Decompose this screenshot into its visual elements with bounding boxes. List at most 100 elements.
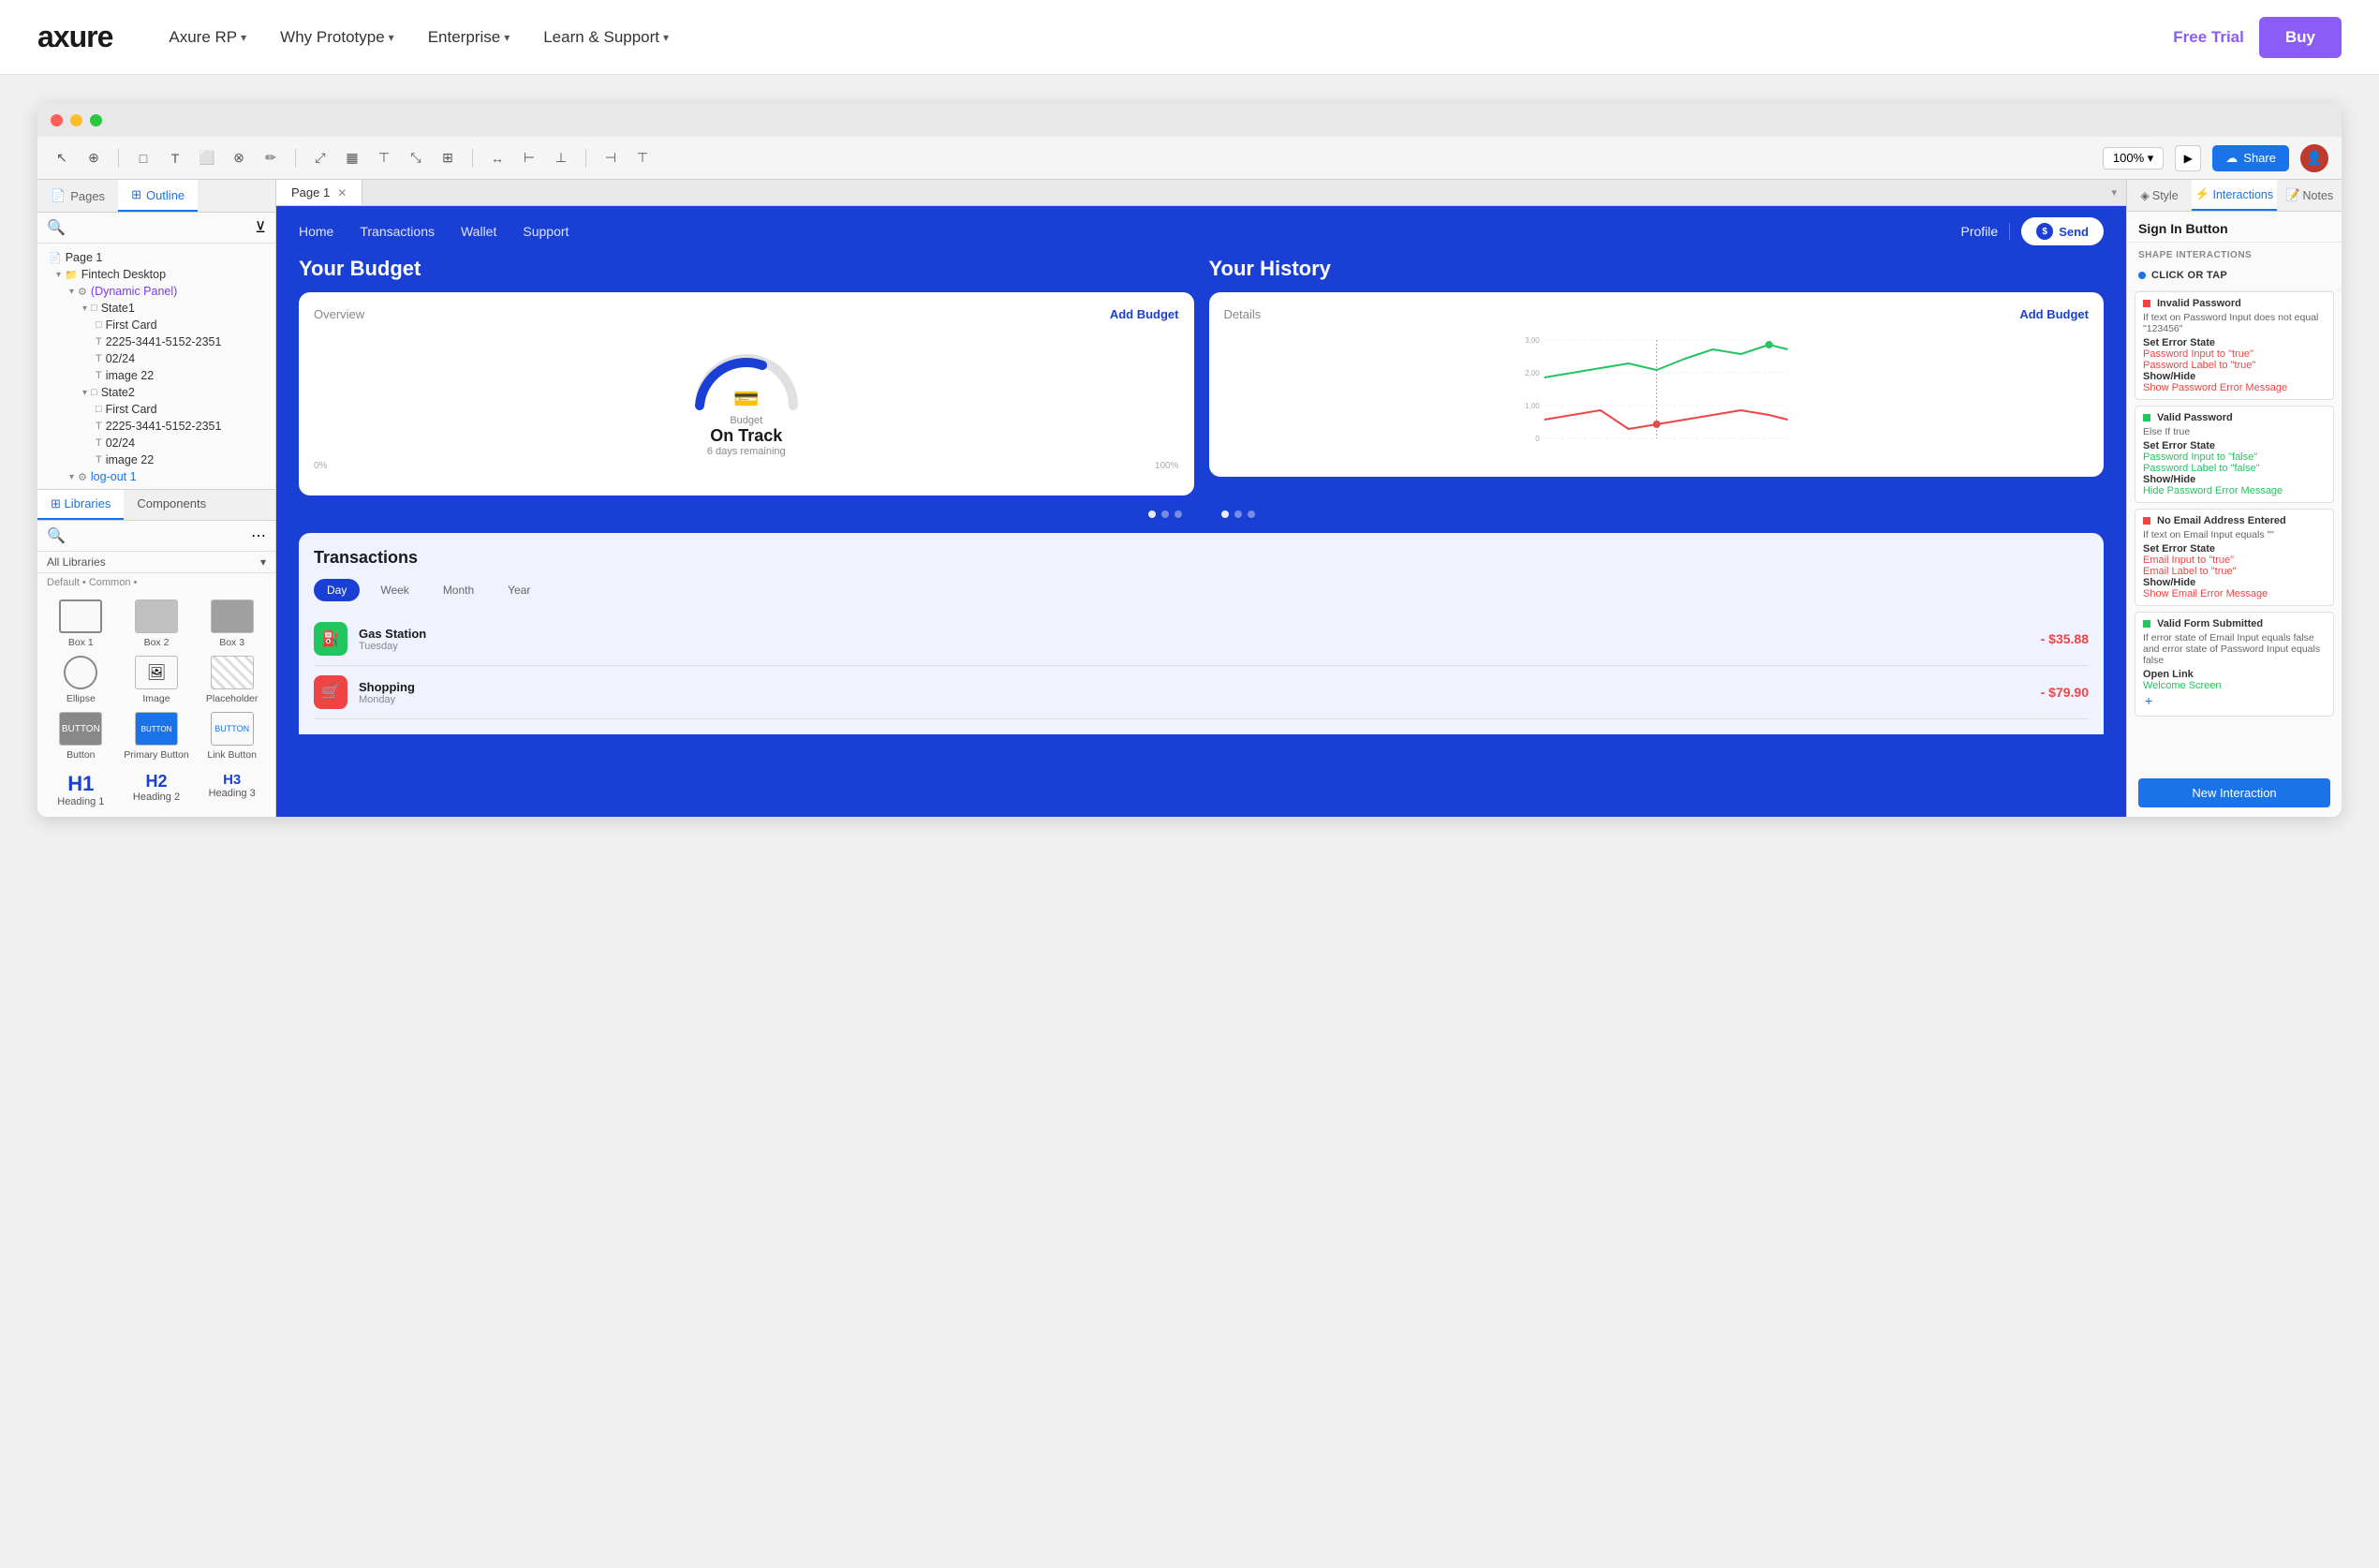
libraries-tab[interactable]: ⊞ Libraries [37,490,124,520]
no-email-title: No Email Address Entered [2157,515,2286,526]
tree-page1[interactable]: 📄 Page 1 [37,249,275,266]
add-budget-btn-2[interactable]: Add Budget [2019,307,2089,321]
proto-nav-wallet[interactable]: Wallet [461,224,496,239]
carousel-dot-1[interactable] [1148,510,1156,518]
components-tab[interactable]: Components [124,490,219,520]
shape-tool[interactable]: ⬜ [196,147,218,170]
lib-search-input[interactable] [71,529,245,542]
component-grid: Box 1 Box 2 Box 3 Ellipse [37,592,275,768]
tree-image-1[interactable]: T image 22 [37,367,275,384]
page-tab-page1[interactable]: Page 1 ✕ [276,180,362,205]
maximize-dot[interactable] [90,114,102,126]
proto-nav-transactions[interactable]: Transactions [360,224,435,239]
buy-button[interactable]: Buy [2259,17,2342,58]
nav-learn-support[interactable]: Learn & Support ▾ [543,28,669,47]
component-box3[interactable]: Box 3 [198,599,266,648]
play-button[interactable]: ▶ [2175,145,2201,171]
tree-first-card-1[interactable]: □ First Card [37,317,275,333]
add-budget-btn-1[interactable]: Add Budget [1110,307,1179,321]
trans-tab-week[interactable]: Week [367,579,421,601]
filter-icon[interactable]: ⊻ [255,218,266,237]
align-tool[interactable]: ⊤ [373,147,395,170]
libraries-tabs: ⊞ Libraries Components [37,490,275,521]
share-button[interactable]: ☁ Share [2212,145,2289,171]
expand-tool[interactable]: ⤡ [405,147,427,170]
align-left[interactable]: ⊢ [518,147,540,170]
component-image[interactable]: 🖼 Image [123,656,191,704]
heading3-item[interactable]: H3 Heading 3 [198,772,266,807]
zoom-control[interactable]: 100% ▾ [2103,147,2164,170]
tree-first-card-2[interactable]: □ First Card [37,401,275,418]
align-h[interactable]: ⊤ [631,147,654,170]
interactions-tab[interactable]: ⚡ Interactions [2192,180,2277,211]
minimize-dot[interactable] [70,114,82,126]
tree-fintech[interactable]: ▾ 📁 Fintech Desktop [37,266,275,283]
libraries-section: ⊞ Libraries Components 🔍 ⋯ All Libraries [37,489,275,817]
component-ellipse[interactable]: Ellipse [47,656,115,704]
carousel-dot-2[interactable] [1161,510,1169,518]
tree-card-number-2[interactable]: T 2225-3441-5152-2351 [37,418,275,435]
tree-date-2[interactable]: T 02/24 [37,435,275,451]
line-chart: 3,00 2,00 1,00 0 [1224,331,2090,462]
rectangle-tool[interactable]: □ [132,147,155,170]
text-tool[interactable]: T [164,147,186,170]
tree-date-1[interactable]: T 02/24 [37,350,275,367]
tree-card-number-1[interactable]: T 2225-3441-5152-2351 [37,333,275,350]
nav-enterprise[interactable]: Enterprise ▾ [428,28,510,47]
nav-learn-support-label: Learn & Support [543,28,659,47]
heading2-item[interactable]: H2 Heading 2 [123,772,191,807]
connect-tool[interactable]: ↔ [486,147,509,170]
outline-tab[interactable]: ⊞ Outline [118,180,198,212]
trans-tab-month[interactable]: Month [430,579,487,601]
layer-tool[interactable]: ⊗ [228,147,250,170]
library-dropdown[interactable]: All Libraries ▾ [37,552,275,573]
outline-search-input[interactable] [71,221,249,235]
pages-tab[interactable]: 📄 Pages [37,180,118,212]
component-button[interactable]: BUTTON Button [47,712,115,761]
carousel-dot-5[interactable] [1234,510,1242,518]
align-right[interactable]: ⊣ [599,147,622,170]
proto-send-button[interactable]: $ Send [2021,217,2104,245]
tree-logout[interactable]: ▾ ⚙ log-out 1 [37,468,275,485]
component-placeholder[interactable]: Placeholder [198,656,266,704]
tree-state2[interactable]: ▾ □ State2 [37,384,275,401]
add-action-button[interactable]: + [2143,691,2154,710]
canvas-scroll-arrow[interactable]: ▾ [2102,183,2126,202]
layout-tool[interactable]: ▦ [341,147,363,170]
crop-tool[interactable]: ⊕ [82,147,105,170]
carousel-dot-4[interactable] [1221,510,1229,518]
style-tab[interactable]: ◈ Style [2127,180,2192,211]
nav-axure-rp-arrow: ▾ [241,31,246,44]
nav-why-prototype[interactable]: Why Prototype ▾ [280,28,394,47]
trans-tab-day[interactable]: Day [314,579,360,601]
heading1-item[interactable]: H1 Heading 1 [47,772,115,807]
free-trial-button[interactable]: Free Trial [2173,28,2244,47]
fit-tool[interactable]: ⤢ [309,147,332,170]
grid-tool[interactable]: ⊞ [436,147,459,170]
page-tab-close[interactable]: ✕ [337,186,347,200]
tree-state1[interactable]: ▾ □ State1 [37,300,275,317]
pen-tool[interactable]: ✏ [259,147,282,170]
nav-axure-rp[interactable]: Axure RP ▾ [169,28,246,47]
component-primary-button[interactable]: BUTTON Primary Button [123,712,191,761]
tree-dynamic-panel[interactable]: ▾ ⚙ (Dynamic Panel) [37,283,275,300]
align-v[interactable]: ⊥ [550,147,572,170]
component-box2[interactable]: Box 2 [123,599,191,648]
select-tool[interactable]: ↖ [51,147,73,170]
close-dot[interactable] [51,114,63,126]
component-box1[interactable]: Box 1 [47,599,115,648]
lib-options-icon[interactable]: ⋯ [251,526,266,545]
carousel-dot-6[interactable] [1248,510,1255,518]
proto-nav-support[interactable]: Support [523,224,569,239]
component-link-button[interactable]: BUTTON Link Button [198,712,266,761]
new-interaction-button[interactable]: New Interaction [2138,778,2330,807]
notes-tab[interactable]: 📝 Notes [2277,180,2342,211]
history-card: Details Add Budget [1209,292,2105,477]
proto-profile[interactable]: Profile [1961,224,1999,239]
carousel-dot-3[interactable] [1175,510,1182,518]
user-avatar[interactable]: 👤 [2300,144,2328,172]
tree-image-2[interactable]: T image 22 [37,451,275,468]
trans-tab-year[interactable]: Year [495,579,543,601]
svg-text:3,00: 3,00 [1525,336,1540,345]
proto-nav-home[interactable]: Home [299,224,333,239]
